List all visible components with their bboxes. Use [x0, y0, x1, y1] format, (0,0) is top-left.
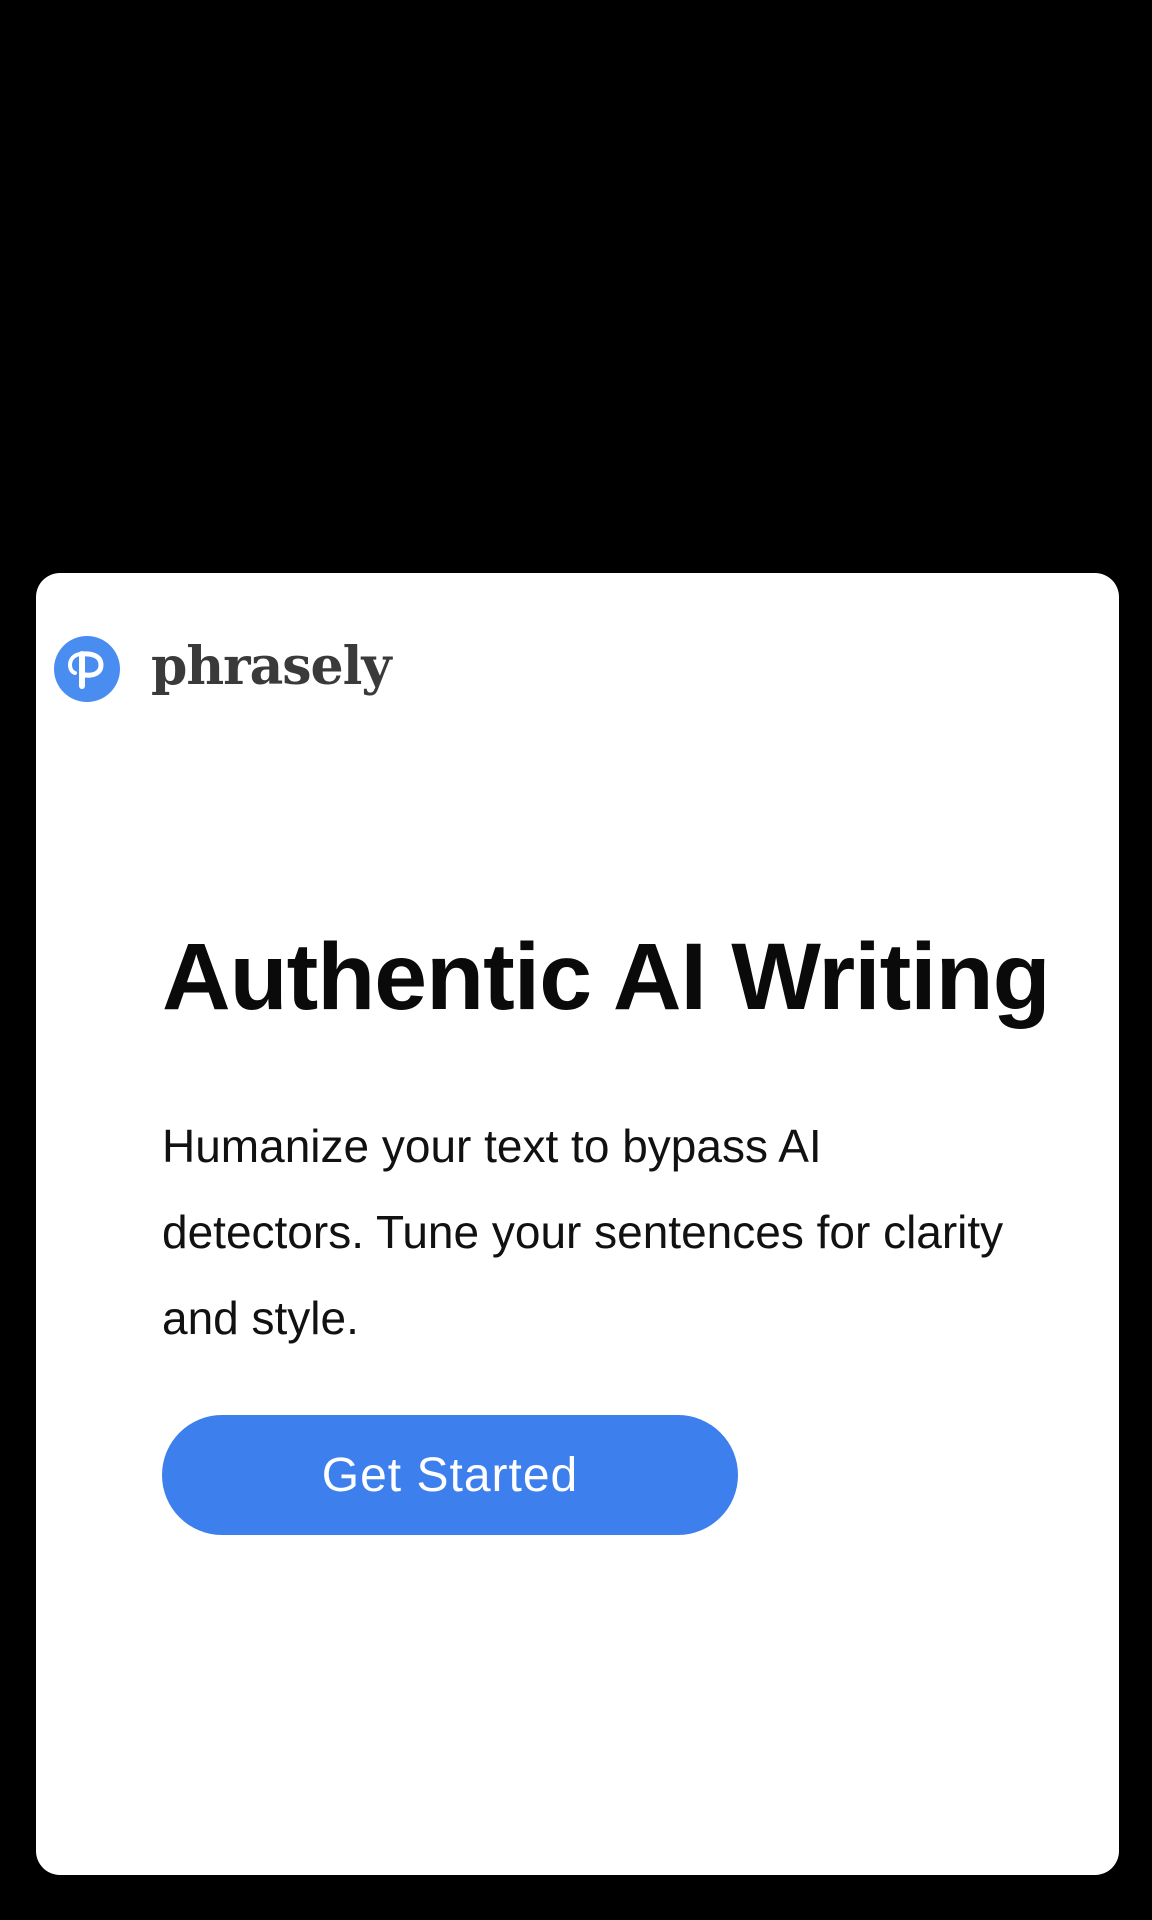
brand-name: phrasely: [151, 636, 392, 697]
brand-header: phrasely: [54, 634, 392, 704]
phrasely-logo-icon: [54, 636, 120, 702]
headline: Authentic AI Writing: [162, 924, 1051, 1030]
hero-subtext: Humanize your text to bypass AI detector…: [162, 1120, 1004, 1344]
onboarding-card: phrasely Authentic AI Writing Humanize y…: [36, 573, 1119, 1875]
get-started-button[interactable]: Get Started: [162, 1415, 738, 1535]
